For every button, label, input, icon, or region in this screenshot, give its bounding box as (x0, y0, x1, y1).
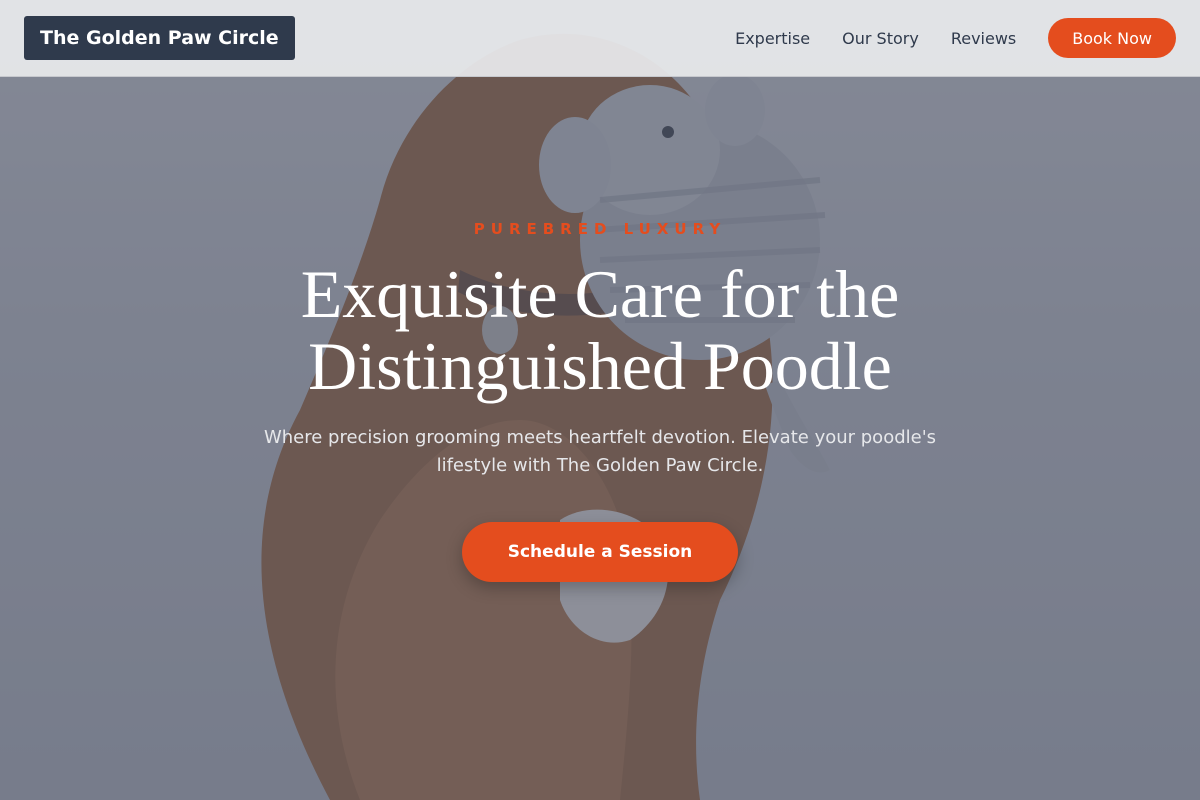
schedule-session-button[interactable]: Schedule a Session (462, 522, 738, 582)
hero-headline: Exquisite Care for the Distinguished Poo… (300, 256, 900, 404)
hero-subtext: Where precision grooming meets heartfelt… (263, 427, 937, 476)
brand-logo[interactable]: The Golden Paw Circle (24, 16, 295, 60)
nav-link-reviews[interactable]: Reviews (951, 29, 1016, 48)
main-nav: Expertise Our Story Reviews Book Now (735, 18, 1176, 58)
nav-link-our-story[interactable]: Our Story (842, 29, 919, 48)
hero-eyebrow: PUREBRED LUXURY (473, 220, 727, 238)
site-header: The Golden Paw Circle Expertise Our Stor… (0, 0, 1200, 77)
book-now-button[interactable]: Book Now (1048, 18, 1176, 58)
hero-content: PUREBRED LUXURY Exquisite Care for the D… (0, 210, 1200, 582)
nav-link-expertise[interactable]: Expertise (735, 29, 810, 48)
